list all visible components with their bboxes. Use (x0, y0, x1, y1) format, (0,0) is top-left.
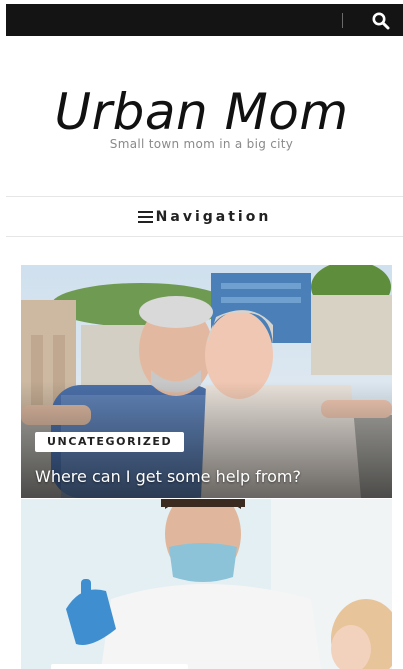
search-icon (372, 12, 390, 30)
navigation-toggle[interactable]: Navigation (6, 196, 403, 237)
post-card[interactable] (21, 499, 392, 669)
post-title[interactable]: Where can I get some help from? (35, 467, 385, 486)
site-tagline: Small town mom in a big city (109, 137, 294, 151)
post-featured-image (21, 499, 392, 669)
top-bar (6, 4, 403, 36)
search-button[interactable] (371, 11, 391, 31)
post-card[interactable]: UNCATEGORIZED Where can I get some help … (21, 265, 392, 498)
post-category-badge[interactable] (51, 664, 188, 669)
site-title[interactable]: Urban Mom (0, 84, 403, 140)
navigation-label: Navigation (155, 208, 272, 225)
hamburger-icon (137, 210, 153, 223)
post-category-badge[interactable]: UNCATEGORIZED (35, 432, 185, 452)
top-bar-divider (342, 13, 343, 28)
post-featured-image (21, 265, 392, 498)
